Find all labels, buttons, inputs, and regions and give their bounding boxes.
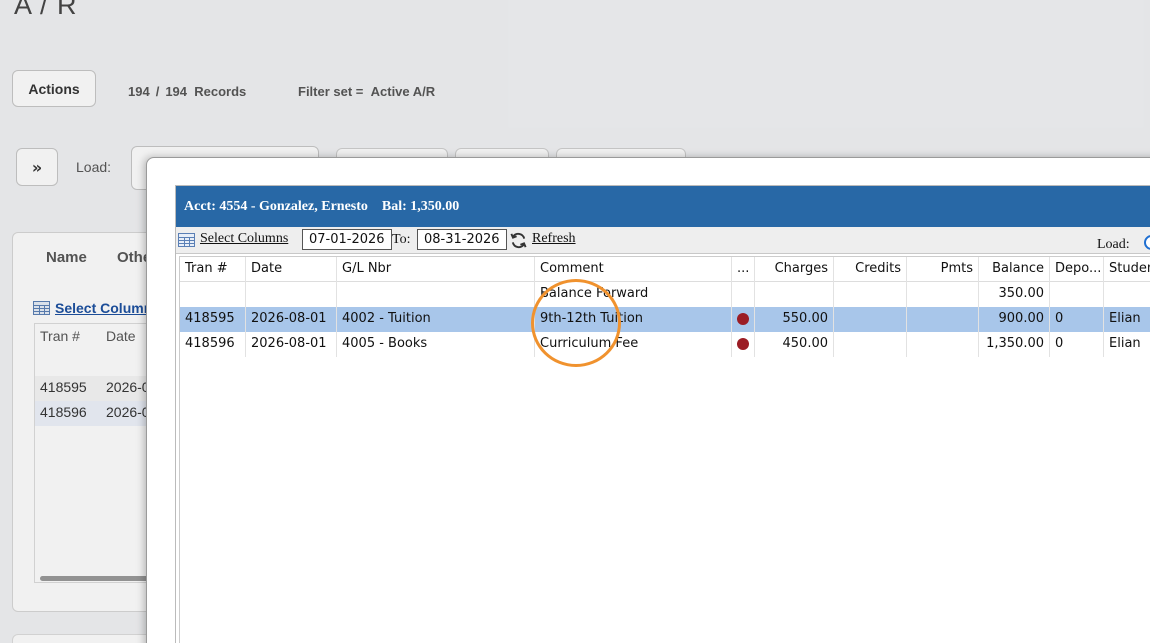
column-header-credits[interactable]: Credits [834,257,907,282]
flag-dot-icon [737,313,749,325]
student-cell: Elian [1109,311,1141,326]
date-cell: 2026-08-01 [246,307,337,332]
date-to-label: To: [392,232,411,247]
student-cell: Elian [1109,336,1141,351]
column-header-student[interactable]: Studen [1104,257,1150,282]
column-header-charges[interactable]: Charges [755,257,834,282]
select-columns-link[interactable]: Select Columns [200,231,288,247]
column-header-comment[interactable]: Comment [535,257,732,282]
ledger-toolbar: Select Columns 07-01-2026 To: 08-31-2026… [176,227,1150,254]
flag-cell [732,332,755,357]
account-title: Acct: 4554 - Gonzalez, Ernesto [184,198,368,214]
pmts-cell [907,332,979,357]
column-header-flag[interactable]: ... [732,257,755,282]
gl-cell [337,282,535,307]
account-ledger-panel: Acct: 4554 - Gonzalez, Ernesto Bal: 1,35… [175,185,1150,643]
deposit-cell: 0 [1050,332,1104,357]
flag-cell [732,307,755,332]
credits-cell [834,332,907,357]
student-cell [1104,282,1150,307]
deposit-cell: 0 [1050,307,1104,332]
gl-cell: 4002 - Tuition [337,307,535,332]
gl-cell: 4005 - Books [337,332,535,357]
ledger-grid: Tran # Date G/L Nbr Comment ... Charges … [179,256,1150,643]
deposit-cell [1050,282,1104,307]
column-header-date[interactable]: Date [246,257,337,282]
table-icon[interactable] [178,233,195,247]
charges-cell: 450.00 [755,332,834,357]
column-header-tran[interactable]: Tran # [180,257,246,282]
date-cell: 2026-08-01 [246,332,337,357]
credits-cell [834,307,907,332]
table-row[interactable]: 418595 2026-08-01 4002 - Tuition 9th-12t… [180,307,1150,332]
date-from-input[interactable]: 07-01-2026 [302,229,392,250]
flag-cell [732,282,755,307]
column-header-pmts[interactable]: Pmts [907,257,979,282]
pmts-cell [907,307,979,332]
credits-cell [834,282,907,307]
flag-dot-icon [737,338,749,350]
table-row[interactable]: Balance Forward 350.00 [180,282,1150,307]
date-to-input[interactable]: 08-31-2026 [417,229,507,250]
refresh-icon[interactable] [509,231,528,250]
tran-cell [180,282,246,307]
ledger-header: Acct: 4554 - Gonzalez, Ernesto Bal: 1,35… [176,186,1150,227]
grid-header-row: Tran # Date G/L Nbr Comment ... Charges … [180,257,1150,282]
pmts-cell [907,282,979,307]
balance-cell: 1,350.00 [979,332,1050,357]
column-header-balance[interactable]: Balance [979,257,1050,282]
charges-cell [755,282,834,307]
column-header-gl[interactable]: G/L Nbr [337,257,535,282]
balance-cell: 900.00 [979,307,1050,332]
load-label: Load: [1097,237,1130,252]
charges-cell: 550.00 [755,307,834,332]
date-cell [246,282,337,307]
balance-cell: 350.00 [979,282,1050,307]
table-row[interactable]: 418596 2026-08-01 4005 - Books Curriculu… [180,332,1150,357]
tran-cell: 418596 [180,332,246,357]
column-header-deposit[interactable]: Depo... [1050,257,1104,282]
tran-cell: 418595 [180,307,246,332]
highlight-circle [531,279,621,367]
account-balance: Bal: 1,350.00 [381,198,460,214]
load-radio[interactable] [1144,235,1150,250]
refresh-link[interactable]: Refresh [532,231,576,247]
